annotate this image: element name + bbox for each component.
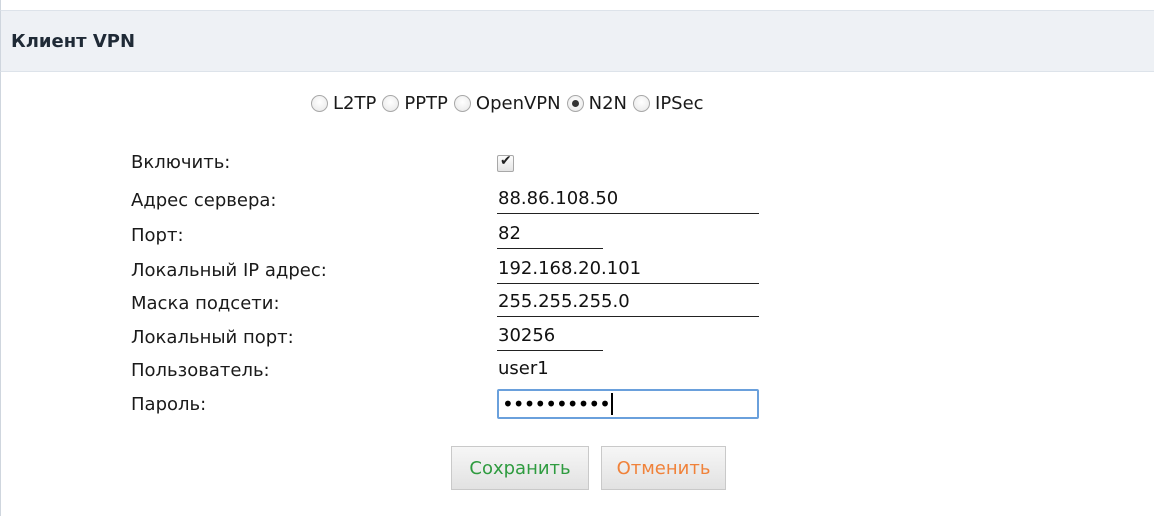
- local-ip-field[interactable]: 192.168.20.101: [497, 256, 759, 284]
- radio-ipsec-label: IPSec: [655, 92, 704, 114]
- radio-l2tp-label: L2TP: [333, 92, 377, 114]
- local-port-label: Локальный порт:: [131, 326, 294, 348]
- enable-label: Включить:: [131, 151, 231, 173]
- enable-checkbox[interactable]: [497, 153, 514, 172]
- radio-option-ipsec[interactable]: IPSec: [633, 93, 704, 114]
- password-field[interactable]: ••••••••••: [497, 389, 759, 419]
- port-label: Порт:: [131, 224, 184, 246]
- password-label: Пароль:: [131, 393, 207, 415]
- radio-ipsec[interactable]: [633, 94, 651, 112]
- server-address-field[interactable]: 88.86.108.50: [497, 186, 759, 214]
- radio-l2tp[interactable]: [311, 94, 328, 112]
- radio-openvpn[interactable]: [453, 94, 471, 112]
- row-password: Пароль: ••••••••••: [131, 389, 831, 419]
- radio-option-openvpn[interactable]: OpenVPN: [453, 92, 561, 114]
- radio-option-pptp[interactable]: PPTP: [382, 93, 448, 114]
- row-mask: Маска подсети: 255.255.255.0: [131, 289, 831, 317]
- radio-pptp[interactable]: [382, 94, 400, 112]
- row-port: Порт: 82: [131, 221, 831, 249]
- radio-pptp-label: PPTP: [404, 92, 448, 114]
- row-user: Пользователь: user1: [131, 356, 831, 384]
- local-ip-label: Локальный IP адрес:: [131, 259, 327, 281]
- radio-option-n2n[interactable]: N2N: [566, 92, 628, 114]
- row-local-port: Локальный порт: 30256: [131, 323, 831, 351]
- row-local-ip: Локальный IP адрес: 192.168.20.101: [131, 256, 831, 284]
- radio-option-l2tp[interactable]: L2TP: [311, 93, 376, 114]
- save-button[interactable]: Сохранить: [451, 446, 589, 490]
- vpn-type-selector: L2TP PPTP OpenVPN N2N IPSec: [311, 90, 710, 116]
- password-mask: ••••••••••: [502, 392, 611, 416]
- cancel-button[interactable]: Отменить: [601, 446, 726, 490]
- radio-n2n-label: N2N: [588, 92, 628, 114]
- radio-n2n[interactable]: [566, 94, 584, 112]
- local-port-field[interactable]: 30256: [497, 323, 603, 351]
- row-enable: Включить:: [131, 148, 831, 176]
- row-server: Адрес сервера: 88.86.108.50: [131, 186, 831, 214]
- user-field[interactable]: user1: [497, 356, 759, 384]
- subnet-mask-label: Маска подсети:: [131, 292, 280, 314]
- subnet-mask-field[interactable]: 255.255.255.0: [497, 289, 759, 317]
- user-label: Пользователь:: [131, 359, 270, 381]
- text-caret: [610, 393, 613, 415]
- server-address-label: Адрес сервера:: [131, 189, 277, 211]
- page-title: Клиент VPN: [11, 31, 136, 52]
- port-field[interactable]: 82: [497, 221, 603, 249]
- radio-openvpn-label: OpenVPN: [475, 92, 561, 114]
- panel-header: Клиент VPN: [0, 10, 1154, 72]
